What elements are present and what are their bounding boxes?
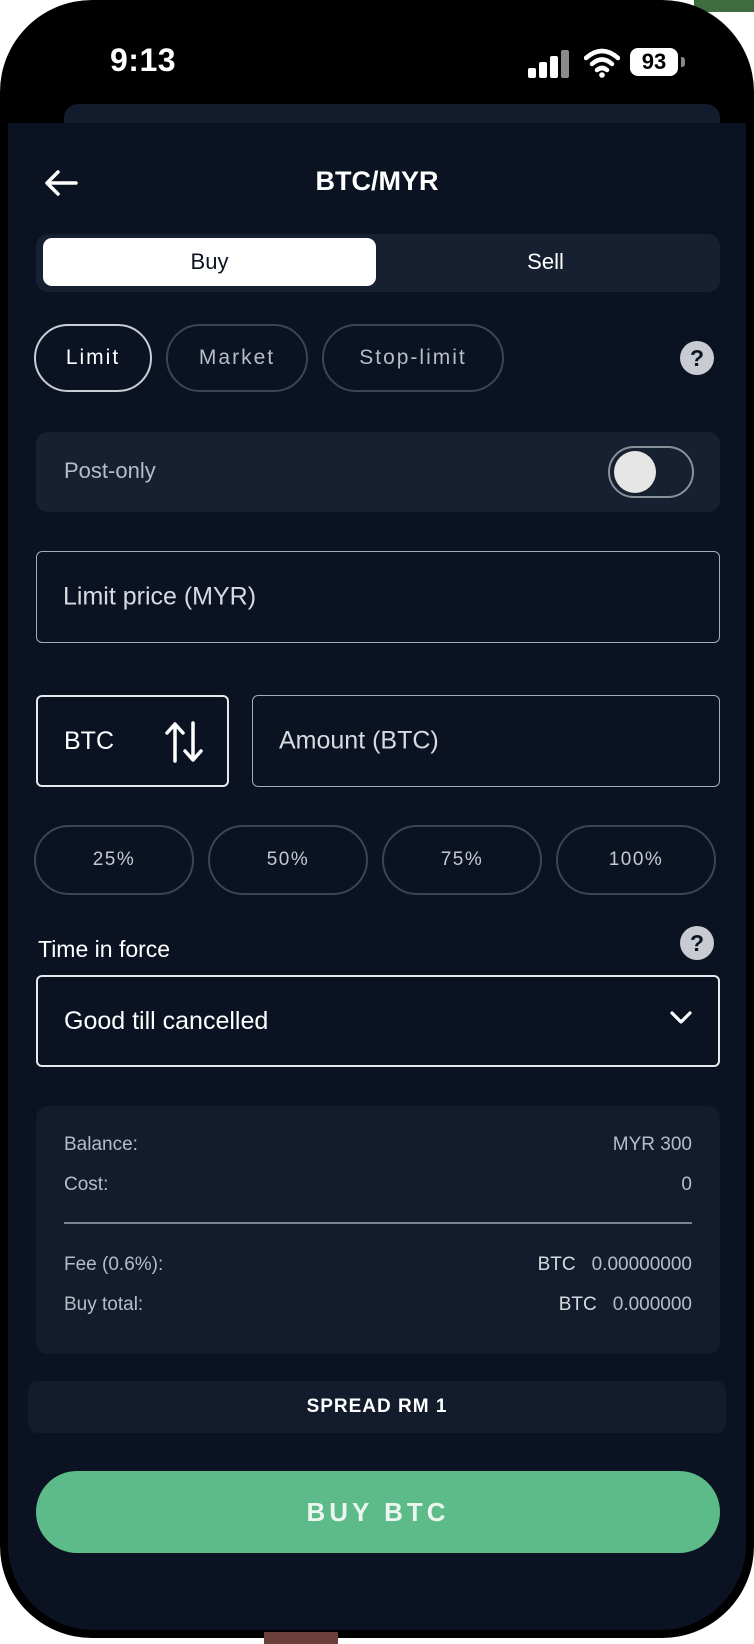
percent-100-button[interactable]: 100% <box>556 825 716 895</box>
fee-currency: BTC <box>537 1254 576 1275</box>
order-type-help-icon[interactable]: ? <box>680 341 714 375</box>
swap-vertical-icon <box>165 721 203 763</box>
fee-row: Fee (0.6%): BTC 0.00000000 <box>64 1254 692 1280</box>
cost-row: Cost: 0 <box>64 1174 692 1200</box>
order-type-market[interactable]: Market <box>166 324 308 392</box>
spread-banner: SPREAD RM 1 <box>28 1381 726 1433</box>
background-strip <box>264 1632 338 1644</box>
header: BTC/MYR <box>8 158 746 208</box>
wifi-icon <box>584 48 620 78</box>
summary-divider <box>64 1222 692 1224</box>
buy-sell-toggle: Buy Sell <box>36 234 720 292</box>
cellular-signal-icon <box>528 50 569 78</box>
post-only-toggle[interactable] <box>608 446 694 498</box>
phone-frame: 9:13 93 BTC/MYR Buy Sell Limit Market St… <box>0 0 754 1644</box>
amount-placeholder: Amount (BTC) <box>279 726 439 755</box>
cost-label: Cost: <box>64 1174 109 1195</box>
buy-total-currency: BTC <box>558 1294 597 1315</box>
time-in-force-value: Good till cancelled <box>64 1007 269 1035</box>
buy-tab[interactable]: Buy <box>43 238 376 286</box>
balance-value: MYR 300 <box>612 1134 692 1155</box>
percent-75-button[interactable]: 75% <box>382 825 542 895</box>
balance-label: Balance: <box>64 1134 138 1155</box>
time-in-force-label: Time in force <box>38 936 171 962</box>
buy-btc-button[interactable]: BUY BTC <box>36 1471 720 1553</box>
amount-unit-label: BTC <box>64 727 114 755</box>
order-type-limit[interactable]: Limit <box>34 324 152 392</box>
screen: 9:13 93 BTC/MYR Buy Sell Limit Market St… <box>8 8 746 1630</box>
toggle-knob <box>614 451 656 493</box>
buy-total-amount: BTC 0.000000 <box>559 1294 692 1316</box>
fee-amount: BTC 0.00000000 <box>538 1254 692 1276</box>
limit-price-input[interactable]: Limit price (MYR) <box>36 551 720 643</box>
chevron-down-icon <box>670 1011 692 1024</box>
time-in-force-select[interactable]: Good till cancelled <box>36 975 720 1067</box>
page-title: BTC/MYR <box>315 166 439 196</box>
percent-25-button[interactable]: 25% <box>34 825 194 895</box>
amount-unit-switch[interactable]: BTC <box>36 695 229 787</box>
post-only-label: Post-only <box>64 458 156 483</box>
order-type-stop-limit[interactable]: Stop-limit <box>322 324 504 392</box>
time-in-force-help-icon[interactable]: ? <box>680 926 714 960</box>
order-summary: Balance: MYR 300 Cost: 0 Fee (0.6%): BTC… <box>36 1106 720 1354</box>
post-only-row: Post-only <box>36 432 720 512</box>
amount-input[interactable]: Amount (BTC) <box>252 695 720 787</box>
battery-nub <box>681 57 685 67</box>
fee-value: 0.00000000 <box>591 1254 692 1275</box>
battery-indicator: 93 <box>630 48 678 76</box>
percent-50-button[interactable]: 50% <box>208 825 368 895</box>
balance-row: Balance: MYR 300 <box>64 1134 692 1160</box>
buy-total-label: Buy total: <box>64 1294 144 1315</box>
buy-total-row: Buy total: BTC 0.000000 <box>64 1294 692 1320</box>
cost-value: 0 <box>681 1174 692 1195</box>
buy-total-value: 0.000000 <box>612 1294 692 1315</box>
fee-label: Fee (0.6%): <box>64 1254 164 1275</box>
sell-tab[interactable]: Sell <box>379 238 712 286</box>
limit-price-placeholder: Limit price (MYR) <box>63 582 257 611</box>
status-time: 9:13 <box>110 42 177 78</box>
